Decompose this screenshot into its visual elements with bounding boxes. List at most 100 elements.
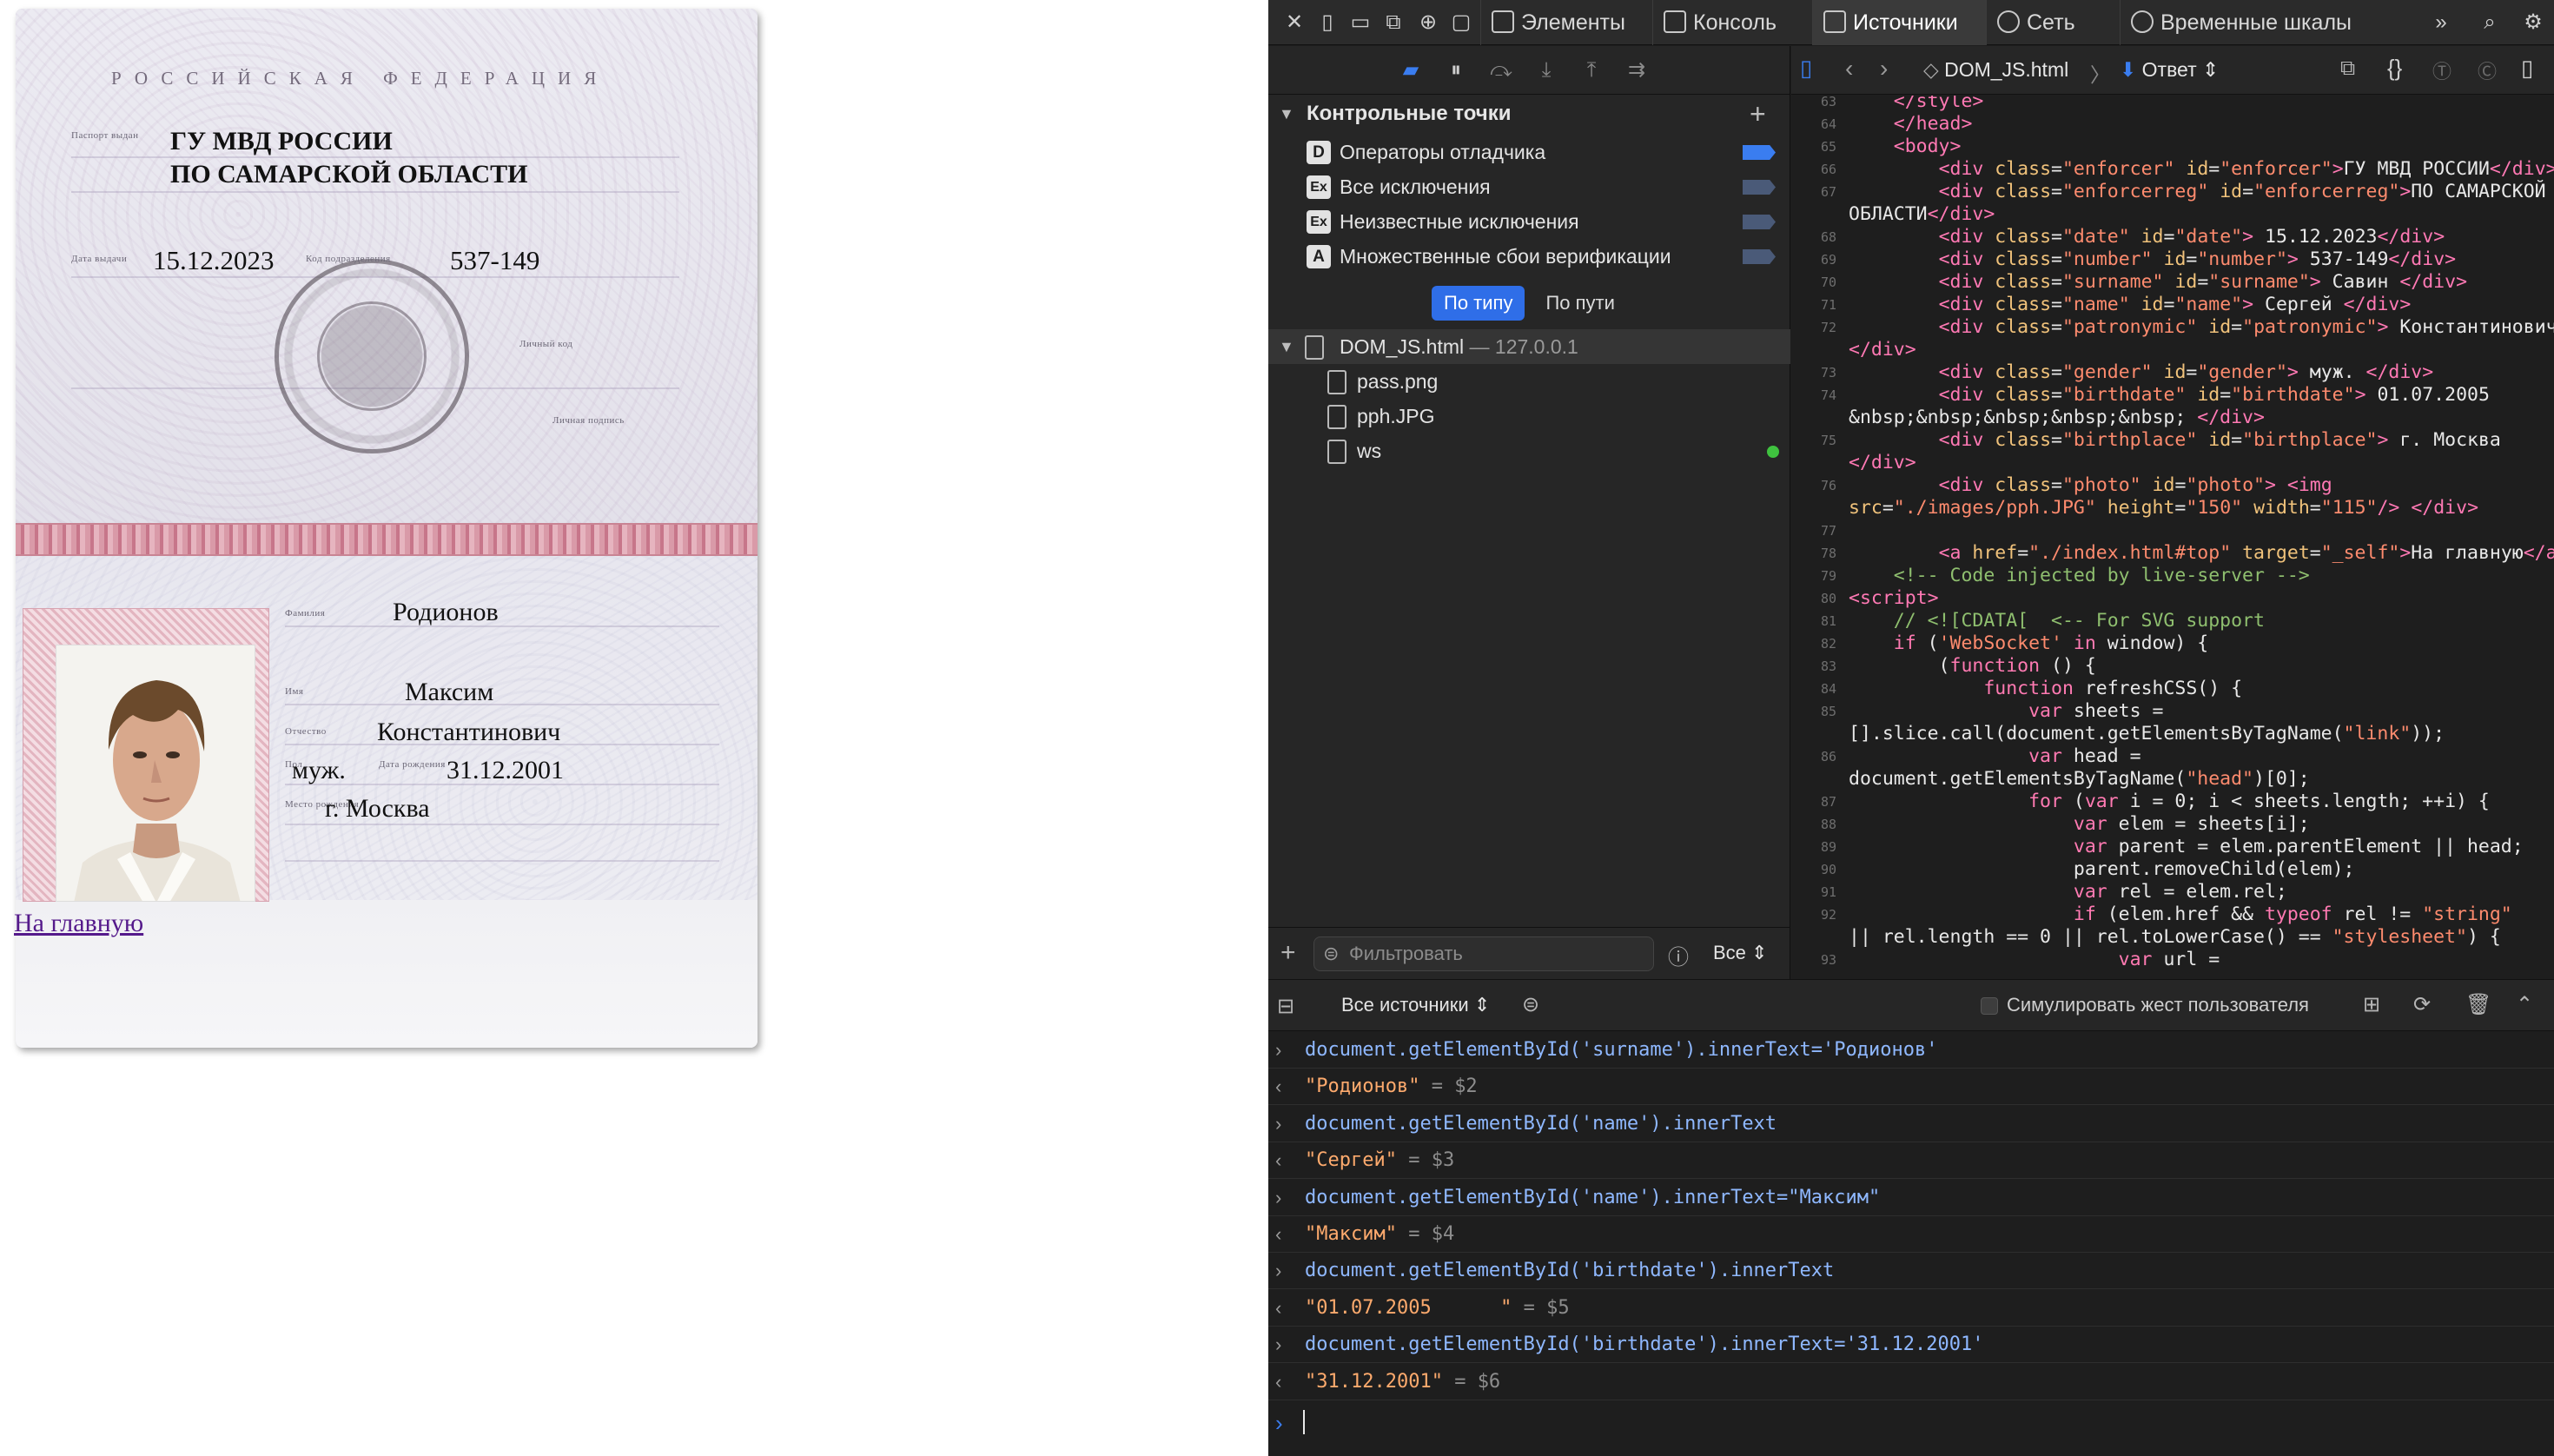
console-prompt[interactable]: › [1268,1401,2554,1445]
console-input-row[interactable]: › document.getElementById('name').innerTe… [1268,1106,2554,1142]
line-number[interactable]: 79 [1791,565,1836,587]
reload-icon[interactable]: ⟳ [2413,992,2431,1017]
console-input-row[interactable]: › document.getElementById('name').innerTe… [1268,1180,2554,1216]
line-number[interactable]: 64 [1791,113,1836,136]
line-number[interactable]: 78 [1791,542,1836,565]
step-into-icon[interactable]: ⤓ [1534,58,1558,83]
tab-network[interactable]: Сеть [1986,0,2120,45]
line-number[interactable]: 73 [1791,361,1836,384]
breakpoint-assertion-failures[interactable]: A Множественные сбои верификации [1268,239,1790,274]
breakpoint-flag-icon[interactable] [1743,180,1776,195]
console-result-row[interactable]: ‹ "01.07.2005 " = $5 [1268,1290,2554,1327]
line-number[interactable]: 63 [1791,96,1836,113]
tree-root-item[interactable]: ▼ DOM_JS.html — 127.0.0.1 [1268,329,1790,364]
line-number[interactable]: 75 [1791,429,1836,452]
simulate-gesture-checkbox[interactable] [1981,997,1998,1015]
console-input-row[interactable]: › document.getElementById('birthdate').in… [1268,1327,2554,1364]
breakpoints-toggle-icon[interactable]: ▰ [1399,58,1423,83]
breakpoints-section[interactable]: ▼ Контрольные точки + [1268,95,1790,133]
console-result-row[interactable]: ‹ "Сергей" = $3 [1268,1142,2554,1180]
sidebar-toggle-icon[interactable]: ▯ [1800,55,1812,82]
console-result-row[interactable]: ‹ "Родионов" = $2 [1268,1069,2554,1106]
line-number[interactable]: 93 [1791,949,1836,971]
back-icon[interactable]: ‹ [1845,55,1853,83]
response-select[interactable]: ⬇ Ответ ⇕ [2120,58,2219,82]
line-number[interactable]: 88 [1791,813,1836,836]
add-breakpoint-icon[interactable]: + [1750,95,1766,133]
breadcrumb[interactable]: ◇ DOM_JS.html [1923,58,2068,82]
console-input-row[interactable]: › document.getElementById('birthdate').in… [1268,1253,2554,1290]
source-code-view[interactable]: 63 </style> 64 </head> 65 <body> 66 <div cl… [1791,96,2554,979]
gear-icon[interactable]: ⚙ [2519,9,2547,36]
group-by-path-button[interactable]: По пути [1533,286,1626,321]
line-number[interactable]: 84 [1791,678,1836,700]
dock-bottom-icon[interactable]: ▭ [1346,9,1374,36]
step-icon[interactable]: ⇉ [1624,58,1649,83]
chevron-down-icon[interactable]: ▼ [1279,329,1294,364]
line-number[interactable]: 89 [1791,836,1836,858]
line-number[interactable]: 74 [1791,384,1836,407]
detach-window-icon[interactable]: ⧉ [1380,9,1407,36]
filter-scope-select[interactable]: Все ⇕ [1713,942,1767,964]
line-number[interactable]: 91 [1791,881,1836,903]
line-number[interactable]: 70 [1791,271,1836,294]
expand-icon[interactable]: ⌃ [2516,992,2533,1017]
filter-icon[interactable]: ⊜ [1522,992,1539,1017]
line-number[interactable]: 72 [1791,316,1836,339]
group-by-type-button[interactable]: По типу [1432,286,1525,321]
copy-icon[interactable]: ⧉ [2340,56,2355,81]
line-number[interactable]: 87 [1791,791,1836,813]
home-link[interactable]: На главную [14,909,143,938]
details-sidebar-icon[interactable]: ▯ [2521,55,2533,82]
braces-icon[interactable]: {} [2387,55,2402,82]
breakpoint-uncaught-exceptions[interactable]: Ex Неизвестные исключения [1268,204,1790,239]
add-icon[interactable]: + [1280,938,1296,968]
collapse-console-icon[interactable]: ⊟ [1277,994,1294,1019]
line-number[interactable]: 86 [1791,745,1836,768]
line-number[interactable]: 66 [1791,158,1836,181]
line-number[interactable]: 69 [1791,248,1836,271]
breakpoint-debugger-statements[interactable]: D Операторы отладчика [1268,135,1790,169]
tree-file-item[interactable]: pph.JPG [1268,399,1790,433]
tab-sources[interactable]: Источники [1812,0,1986,45]
chevron-down-icon[interactable]: ▼ [1279,95,1294,133]
info-icon[interactable]: ⓘ [1668,940,1689,970]
forward-icon[interactable]: › [1880,55,1888,83]
tree-file-item[interactable]: pass.png [1268,364,1790,399]
pause-icon[interactable]: ⏸ [1444,58,1468,83]
close-icon[interactable]: ✕ [1280,9,1308,36]
breakpoint-flag-icon[interactable] [1743,249,1776,264]
text-icon[interactable]: Ⓣ [2432,56,2451,84]
breakpoint-all-exceptions[interactable]: Ex Все исключения [1268,169,1790,204]
breakpoint-flag-icon[interactable] [1743,145,1776,160]
dock-left-icon[interactable]: ▯ [1313,9,1341,36]
step-over-icon[interactable]: ⤼ [1489,58,1513,83]
device-icon[interactable]: ▢ [1447,9,1475,36]
line-number[interactable]: 67 [1791,181,1836,203]
console-result-row[interactable]: ‹ "31.12.2001" = $6 [1268,1364,2554,1400]
line-number[interactable]: 77 [1791,520,1836,542]
tab-console[interactable]: Консоль [1652,0,1812,45]
console-result-row[interactable]: ‹ "Максим" = $4 [1268,1216,2554,1253]
console-input-row[interactable]: › document.getElementById('surname').inne… [1268,1032,2554,1069]
tree-file-item[interactable]: ws [1268,433,1790,468]
line-number[interactable]: 68 [1791,226,1836,248]
filter-input[interactable]: ⊜ Фильтровать [1313,936,1654,971]
tab-elements[interactable]: Элементы [1480,0,1652,45]
step-out-icon[interactable]: ⤒ [1579,58,1604,83]
css-icon[interactable]: Ⓒ [2478,56,2497,84]
tab-timelines[interactable]: Временные шкалы [2120,0,2372,45]
evaluate-icon[interactable]: ⊞ [2363,992,2380,1017]
line-number[interactable]: 83 [1791,655,1836,678]
breakpoint-flag-icon[interactable] [1743,215,1776,229]
clear-icon[interactable]: 🗑 [2465,992,2491,1017]
more-tabs-icon[interactable]: » [2427,9,2455,36]
line-number[interactable]: 76 [1791,474,1836,497]
line-number[interactable]: 65 [1791,136,1836,158]
line-number[interactable]: 81 [1791,610,1836,632]
element-picker-icon[interactable]: ⊕ [1414,9,1442,36]
line-number[interactable]: 71 [1791,294,1836,316]
line-number[interactable]: 90 [1791,858,1836,881]
console-source-select[interactable]: Все источники ⇕ [1341,994,1490,1016]
line-number[interactable]: 85 [1791,700,1836,723]
